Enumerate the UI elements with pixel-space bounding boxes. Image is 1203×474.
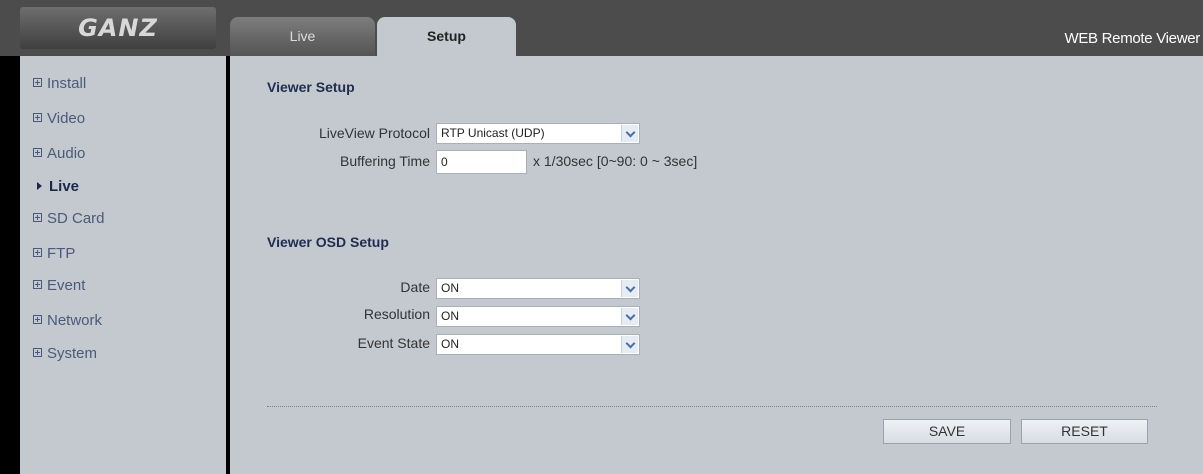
main-panel: Viewer Setup LiveView Protocol RTP Unica… xyxy=(230,56,1203,474)
viewer-osd-setup-title: Viewer OSD Setup xyxy=(267,234,389,250)
buffering-label: Buffering Time xyxy=(339,153,430,169)
expand-icon xyxy=(33,348,42,357)
sidebar-item-network[interactable]: Network xyxy=(33,312,102,329)
sidebar-item-label: FTP xyxy=(47,245,76,262)
sidebar-item-label: Audio xyxy=(47,145,86,162)
arrow-right-icon xyxy=(37,182,42,190)
sidebar-item-event[interactable]: Event xyxy=(33,277,85,294)
expand-icon xyxy=(33,280,42,289)
sidebar-item-live[interactable]: Live xyxy=(33,178,79,195)
resolution-label: Resolution xyxy=(363,306,430,322)
date-label: Date xyxy=(400,279,430,295)
event-state-select-value: ON xyxy=(441,337,459,351)
sidebar-item-install[interactable]: Install xyxy=(33,75,86,92)
expand-icon xyxy=(33,78,42,87)
sidebar-item-label: Live xyxy=(49,178,80,195)
expand-icon xyxy=(33,148,42,157)
app-title: WEB Remote Viewer xyxy=(1064,30,1200,47)
sidebar-item-label: Video xyxy=(47,110,86,127)
sidebar-item-ftp[interactable]: FTP xyxy=(33,245,75,262)
protocol-select-value: RTP Unicast (UDP) xyxy=(441,126,545,140)
protocol-label: LiveView Protocol xyxy=(318,125,430,141)
sidebar-item-sd-card[interactable]: SD Card xyxy=(33,210,105,227)
tab-live[interactable]: Live xyxy=(230,17,375,56)
section-divider xyxy=(267,406,1157,407)
save-button[interactable]: SAVE xyxy=(883,419,1011,444)
expand-icon xyxy=(33,213,42,222)
sidebar-item-label: SD Card xyxy=(47,210,105,227)
chevron-down-icon xyxy=(621,336,638,353)
sidebar-item-audio[interactable]: Audio xyxy=(33,145,85,162)
reset-button[interactable]: RESET xyxy=(1021,419,1148,444)
chevron-down-icon xyxy=(621,125,638,142)
date-select-value: ON xyxy=(441,281,459,295)
expand-icon xyxy=(33,315,42,324)
event-state-select[interactable]: ON xyxy=(436,334,640,355)
expand-icon xyxy=(33,113,42,122)
sidebar-item-label: Event xyxy=(47,277,86,294)
sidebar-item-system[interactable]: System xyxy=(33,345,97,362)
sidebar-item-label: Install xyxy=(47,75,87,92)
buffering-hint: x 1/30sec [0~90: 0 ~ 3sec] xyxy=(533,153,698,169)
ganz-logo: GANZ xyxy=(78,14,158,42)
sidebar-item-video[interactable]: Video xyxy=(33,110,85,127)
event-state-label: Event State xyxy=(357,335,430,351)
viewer-setup-title: Viewer Setup xyxy=(267,79,355,95)
buffering-input[interactable] xyxy=(436,150,527,174)
chevron-down-icon xyxy=(621,308,638,325)
sidebar-item-label: System xyxy=(47,345,98,362)
resolution-select[interactable]: ON xyxy=(436,306,640,327)
resolution-select-value: ON xyxy=(441,309,459,323)
tab-setup[interactable]: Setup xyxy=(377,17,516,56)
sidebar-item-label: Network xyxy=(47,312,103,329)
date-select[interactable]: ON xyxy=(436,278,640,299)
protocol-select[interactable]: RTP Unicast (UDP) xyxy=(436,123,640,144)
sidebar: Install Video Audio Live SD Card FTP Eve… xyxy=(20,56,226,474)
top-bar: GANZ Live Setup WEB Remote Viewer xyxy=(0,0,1203,56)
logo-container: GANZ xyxy=(20,7,216,49)
chevron-down-icon xyxy=(621,280,638,297)
expand-icon xyxy=(33,248,42,257)
